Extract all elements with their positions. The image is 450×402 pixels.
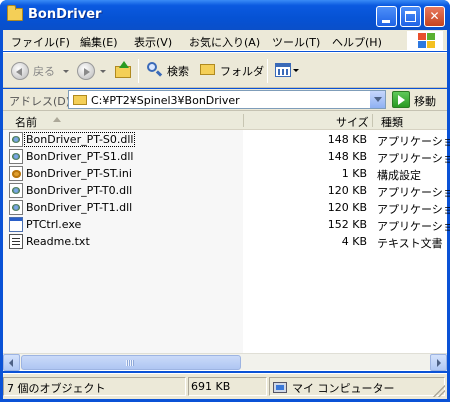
column-type[interactable]: 種類: [381, 114, 403, 130]
maximize-icon: [405, 11, 416, 22]
menu-help[interactable]: ヘルプ(H): [332, 34, 382, 50]
dll-icon: [9, 200, 23, 215]
column-header: 名前 サイズ 種類: [3, 111, 447, 130]
address-value[interactable]: C:¥PT2¥Spinel3¥BonDriver: [91, 94, 240, 107]
close-button[interactable]: ✕: [424, 6, 445, 27]
file-name[interactable]: PTCtrl.exe: [26, 218, 81, 231]
file-size: 148 KB: [327, 150, 367, 163]
file-name[interactable]: Readme.txt: [26, 235, 90, 248]
status-size: 691 KB: [191, 380, 231, 393]
resize-grip-icon[interactable]: [433, 385, 445, 397]
go-arrow-icon[interactable]: [392, 91, 410, 108]
file-list[interactable]: 名前 サイズ 種類 BonDriver_PT-S0.dll 148 KB アプリ…: [3, 111, 450, 371]
file-type: アプリケーション: [377, 135, 450, 148]
minimize-icon: [382, 20, 390, 23]
file-type: 構成設定: [377, 169, 421, 182]
menu-file[interactable]: ファイル(F): [11, 34, 70, 50]
search-icon: [147, 62, 163, 78]
folders-button[interactable]: フォルダ: [220, 63, 264, 79]
status-bar: 7 個のオブジェクト 691 KB マイ コンピューター: [3, 373, 447, 399]
file-name[interactable]: BonDriver_PT-S0.dll: [23, 132, 136, 147]
search-button[interactable]: 検索: [167, 63, 189, 79]
toolbar: 戻る 検索 フォルダ: [3, 52, 447, 88]
file-type: アプリケーション: [377, 203, 450, 216]
folders-icon: [200, 64, 215, 75]
minimize-button[interactable]: [376, 6, 397, 27]
menu-favorites[interactable]: お気に入り(A): [189, 34, 260, 50]
file-name[interactable]: BonDriver_PT-ST.ini: [26, 167, 132, 180]
file-row[interactable]: Readme.txt 4 KB テキスト文書: [3, 233, 447, 250]
file-size: 4 KB: [341, 235, 367, 248]
address-bar: アドレス(D) C:¥PT2¥Spinel3¥BonDriver 移動: [3, 89, 447, 111]
menu-tools[interactable]: ツール(T): [272, 34, 320, 50]
file-size: 120 KB: [327, 201, 367, 214]
column-size[interactable]: サイズ: [336, 114, 369, 130]
file-size: 152 KB: [327, 218, 367, 231]
views-icon[interactable]: [275, 63, 291, 77]
status-count: 7 個のオブジェクト: [7, 382, 106, 395]
window-title: BonDriver: [28, 7, 102, 22]
sort-ascending-icon: [53, 117, 61, 122]
back-dropdown-icon[interactable]: [63, 70, 69, 73]
file-type: アプリケーション: [377, 152, 450, 165]
toolbar-separator: [138, 59, 139, 83]
file-size: 148 KB: [327, 133, 367, 146]
windows-logo-icon: [407, 31, 443, 51]
file-type: アプリケーション: [377, 220, 450, 233]
explorer-window: BonDriver ✕ ファイル(F) 編集(E) 表示(V) お気に入り(A)…: [0, 0, 450, 402]
scrollbar-thumb[interactable]: [21, 355, 241, 370]
column-divider[interactable]: [372, 114, 373, 127]
exe-icon: [9, 217, 23, 232]
back-button[interactable]: 戻る: [33, 63, 55, 79]
file-row[interactable]: BonDriver_PT-ST.ini 1 KB 構成設定: [3, 165, 447, 182]
file-row[interactable]: BonDriver_PT-S1.dll 148 KB アプリケーション: [3, 148, 450, 165]
scroll-left-icon[interactable]: [3, 354, 20, 371]
menu-view[interactable]: 表示(V): [134, 34, 172, 50]
address-input[interactable]: C:¥PT2¥Spinel3¥BonDriver: [68, 90, 386, 109]
close-icon: ✕: [429, 9, 440, 23]
column-divider[interactable]: [243, 114, 244, 127]
file-size: 120 KB: [327, 184, 367, 197]
file-name[interactable]: BonDriver_PT-T0.dll: [26, 184, 132, 197]
txt-icon: [9, 234, 23, 249]
ini-icon: [9, 166, 23, 181]
menu-edit[interactable]: 編集(E): [80, 34, 118, 50]
file-row[interactable]: PTCtrl.exe 152 KB アプリケーション: [3, 216, 450, 233]
back-arrow-icon[interactable]: [11, 62, 29, 80]
horizontal-scrollbar[interactable]: [3, 353, 447, 371]
forward-dropdown-icon[interactable]: [100, 70, 106, 73]
file-type: アプリケーション: [377, 186, 450, 199]
file-row[interactable]: BonDriver_PT-T1.dll 120 KB アプリケーション: [3, 199, 450, 216]
go-button[interactable]: 移動: [414, 93, 436, 109]
dll-icon: [9, 183, 23, 198]
title-bar[interactable]: BonDriver ✕: [0, 0, 450, 30]
up-folder-icon[interactable]: [115, 61, 132, 79]
folder-icon: [7, 5, 23, 21]
file-size: 1 KB: [341, 167, 367, 180]
file-type: テキスト文書: [377, 237, 443, 250]
dll-icon: [9, 149, 23, 164]
file-row[interactable]: BonDriver_PT-S0.dll 148 KB アプリケーション: [3, 131, 450, 148]
status-location: マイ コンピューター: [292, 382, 395, 395]
computer-icon: [273, 382, 287, 393]
views-dropdown-icon[interactable]: [293, 69, 299, 72]
scroll-right-icon[interactable]: [430, 354, 447, 371]
address-label: アドレス(D): [9, 95, 71, 108]
file-name[interactable]: BonDriver_PT-T1.dll: [26, 201, 132, 214]
file-row[interactable]: BonDriver_PT-T0.dll 120 KB アプリケーション: [3, 182, 450, 199]
dll-icon: [9, 132, 23, 147]
file-name[interactable]: BonDriver_PT-S1.dll: [26, 150, 133, 163]
menu-bar: ファイル(F) 編集(E) 表示(V) お気に入り(A) ツール(T) ヘルプ(…: [3, 30, 447, 51]
folder-icon: [73, 95, 87, 105]
toolbar-separator: [267, 59, 268, 83]
column-name[interactable]: 名前: [15, 114, 37, 130]
address-dropdown-icon[interactable]: [369, 91, 385, 108]
maximize-button[interactable]: [400, 6, 421, 27]
forward-arrow-icon[interactable]: [77, 62, 95, 80]
